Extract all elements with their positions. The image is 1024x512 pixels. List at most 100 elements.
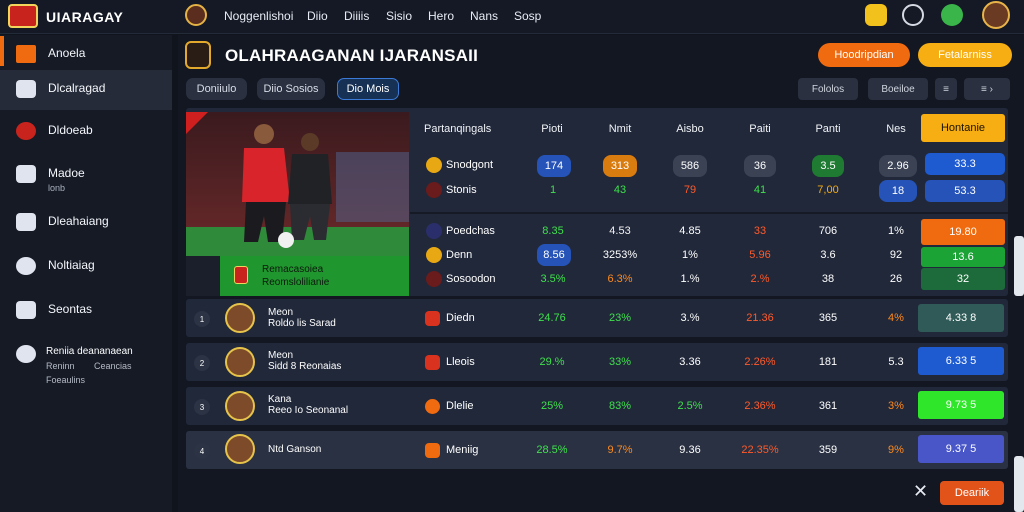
value-chip: 4.33 8: [918, 304, 1004, 332]
value-chip: 32: [921, 268, 1005, 290]
value-text: 1%: [888, 225, 904, 237]
sidebar-item-settings[interactable]: Reniia deananaean Reninn Ceancias Foeaul…: [0, 337, 172, 393]
nav-item[interactable]: Hero: [428, 9, 454, 23]
row-label: Snodgont: [446, 159, 494, 171]
value-text: 3.%: [680, 312, 700, 324]
expand-icon[interactable]: [186, 256, 220, 296]
nav-item[interactable]: Diio: [307, 9, 328, 23]
club-name: Lleois: [446, 356, 475, 368]
value-text: 7,00: [817, 184, 839, 196]
value-text: 9.7%: [607, 444, 633, 456]
settings-icon[interactable]: [902, 4, 924, 26]
player-team: Reeo Io Seonanal: [268, 405, 349, 416]
value-text: 26: [889, 273, 903, 285]
sidebar-item-club[interactable]: Dldoeab: [0, 112, 172, 152]
value-text: 3253%: [602, 249, 638, 261]
nav-item[interactable]: Noggenlishoi: [224, 9, 293, 23]
sidebar-sublabel: lonb: [48, 183, 66, 193]
chart-icon: [16, 80, 36, 98]
player-name: Kana: [268, 394, 292, 405]
value-text: 181: [818, 356, 838, 368]
value-text: 23%: [608, 312, 632, 324]
col-header[interactable]: Paiti: [738, 123, 782, 135]
sidebar-label: Anoela: [48, 46, 86, 60]
avatar[interactable]: [982, 1, 1010, 29]
monitor-icon: [16, 301, 36, 319]
tab-active[interactable]: Dio Mois: [337, 78, 399, 100]
col-header[interactable]: Nmit: [598, 123, 642, 135]
player-avatar: [225, 434, 255, 464]
club-icon: [425, 399, 440, 414]
app-logo[interactable]: [8, 4, 38, 28]
value-text: 5.96: [749, 249, 771, 261]
value-text: 706: [818, 225, 838, 237]
sidebar-item-monitor[interactable]: Seontas: [0, 291, 172, 331]
player-team: Ntd Ganson: [268, 444, 322, 455]
filter-button[interactable]: Fololos: [798, 78, 858, 100]
sidebar-label: Dlcalragad: [48, 81, 106, 95]
value-text: 22.35%: [741, 444, 779, 456]
primary-action-button[interactable]: Hoodripdian: [818, 43, 910, 67]
nav-item[interactable]: Diiiis: [344, 9, 369, 23]
value-chip: 19.80: [921, 219, 1005, 245]
value-text: 28.5%: [536, 444, 568, 456]
row-number: 3: [194, 399, 210, 415]
col-header[interactable]: Aisbo: [668, 123, 712, 135]
row-number: 1: [194, 311, 210, 327]
match-image: [186, 112, 409, 256]
col-header[interactable]: Panti: [806, 123, 850, 135]
value-text: 83%: [608, 400, 632, 412]
club-name: Meniig: [446, 444, 479, 456]
sidebar-item-notifications[interactable]: Noltiaiag: [0, 247, 172, 287]
player-name: Meon: [268, 350, 294, 361]
list-view-icon[interactable]: ≡: [935, 78, 957, 100]
club-name: Diedn: [446, 312, 475, 324]
value-chip: 13.6: [921, 247, 1005, 267]
menu-icon[interactable]: ≡ ›: [964, 78, 1010, 100]
home-icon: [16, 45, 36, 63]
value-text: 38: [821, 273, 835, 285]
col-header[interactable]: Nes: [874, 123, 918, 135]
caption-line: Remacasoiea: [262, 264, 324, 275]
bag-icon: [16, 165, 36, 183]
col-header[interactable]: Partanqingals: [424, 123, 491, 135]
sort-button[interactable]: Boeiloe: [868, 78, 928, 100]
sidebar-item-calendar[interactable]: Dleahaiang: [0, 203, 172, 243]
sidebar-label: Noltiaiag: [48, 258, 95, 272]
value-text: 25%: [540, 400, 564, 412]
value-text: 1.%: [680, 273, 700, 285]
club-crest-icon: [234, 266, 248, 284]
sidebar-label: Seontas: [48, 302, 93, 316]
club-name: Dlelie: [446, 400, 474, 412]
player-avatar: [225, 303, 255, 333]
tab-series[interactable]: Diio Sosios: [257, 78, 325, 100]
value-text: 4%: [888, 312, 904, 324]
sidebar-item-stats[interactable]: Dlcalragad: [0, 70, 172, 110]
col-header[interactable]: Pioti: [530, 123, 574, 135]
scrollbar[interactable]: [1014, 456, 1024, 512]
scrollbar[interactable]: [1014, 236, 1024, 296]
notification-icon[interactable]: [941, 4, 963, 26]
row-label: Denn: [446, 249, 473, 261]
sidebar-item-market[interactable]: Madoe lonb: [0, 155, 172, 199]
value-chip: 9.37 5: [918, 435, 1004, 463]
player-avatar: [225, 391, 255, 421]
col-header-highlight[interactable]: Hontanie: [921, 114, 1005, 142]
close-icon[interactable]: ✕: [913, 481, 928, 502]
value-text: 4.85: [679, 225, 701, 237]
nav-item[interactable]: Sosp: [514, 9, 541, 23]
nav-item[interactable]: Sisio: [386, 9, 412, 23]
bell-icon: [16, 257, 36, 275]
value-text: 361: [818, 400, 838, 412]
secondary-action-button[interactable]: Fetalarniss: [918, 43, 1012, 67]
footer-button[interactable]: Deariik: [940, 481, 1004, 505]
gear-icon: [16, 345, 36, 363]
tab-overview[interactable]: Doniiulo: [186, 78, 247, 100]
value-chip: 313: [603, 155, 637, 177]
nav-item[interactable]: Nans: [470, 9, 498, 23]
sidebar-item-home[interactable]: Anoela: [0, 35, 172, 75]
row-icon: [426, 182, 442, 198]
club-icon[interactable]: [185, 4, 207, 26]
trophy-icon[interactable]: [865, 4, 887, 26]
value-text: 5.3: [888, 356, 904, 368]
